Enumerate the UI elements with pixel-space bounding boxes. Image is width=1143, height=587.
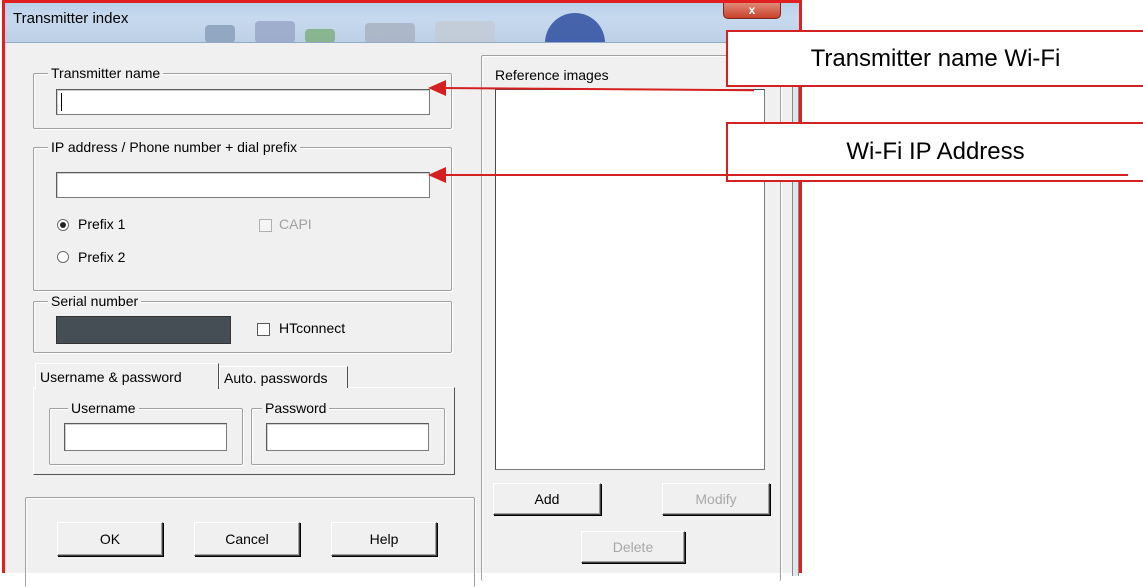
transmitter-name-legend: Transmitter name bbox=[48, 65, 164, 81]
serial-number-legend: Serial number bbox=[48, 293, 142, 309]
capi-label: CAPI bbox=[279, 216, 312, 232]
delete-button[interactable]: Delete bbox=[581, 531, 685, 563]
username-legend: Username bbox=[68, 400, 139, 416]
serial-number-field bbox=[56, 316, 231, 344]
title-bar[interactable]: Transmitter index x bbox=[5, 3, 799, 43]
add-label: Add bbox=[534, 491, 560, 507]
close-icon: x bbox=[748, 3, 756, 17]
tab-username-password[interactable]: Username & password bbox=[35, 363, 219, 389]
callout-transmitter-name-arrowhead bbox=[428, 80, 446, 96]
password-legend: Password bbox=[262, 400, 330, 416]
callout-ip-address: Wi-Fi IP Address bbox=[726, 122, 1143, 182]
ip-address-legend: IP address / Phone number + dial prefix bbox=[48, 139, 301, 155]
tab-username-password-label: Username & password bbox=[40, 369, 182, 385]
reference-images-legend: Reference images bbox=[495, 67, 609, 83]
add-button[interactable]: Add bbox=[493, 483, 601, 515]
tab-auto-passwords[interactable]: Auto. passwords bbox=[219, 366, 348, 388]
cancel-label: Cancel bbox=[225, 531, 269, 547]
transmitter-name-input[interactable] bbox=[56, 89, 430, 115]
delete-label: Delete bbox=[612, 539, 654, 555]
modify-label: Modify bbox=[695, 491, 737, 507]
close-button[interactable]: x bbox=[723, 3, 781, 19]
tab-auto-passwords-label: Auto. passwords bbox=[224, 370, 328, 386]
callout-ip-address-arrow bbox=[440, 174, 1128, 176]
password-input[interactable] bbox=[266, 423, 429, 451]
window-title: Transmitter index bbox=[13, 10, 129, 27]
callout-ip-address-text: Wi-Fi IP Address bbox=[846, 138, 1025, 165]
callout-transmitter-name-text: Transmitter name Wi-Fi bbox=[810, 45, 1061, 72]
ok-button[interactable]: OK bbox=[57, 522, 163, 556]
prefix2-radio[interactable] bbox=[57, 251, 69, 263]
prefix2-label: Prefix 2 bbox=[78, 249, 126, 265]
reference-images-list[interactable] bbox=[495, 89, 765, 470]
text-caret bbox=[61, 93, 62, 111]
username-input[interactable] bbox=[64, 423, 227, 451]
help-label: Help bbox=[369, 531, 399, 547]
modify-button[interactable]: Modify bbox=[662, 483, 770, 515]
htconnect-checkbox[interactable] bbox=[257, 323, 270, 336]
help-button[interactable]: Help bbox=[331, 522, 437, 556]
cancel-button[interactable]: Cancel bbox=[194, 522, 300, 556]
transmitter-index-dialog: Transmitter index x Transmitter name IP … bbox=[2, 0, 802, 587]
callout-ip-address-arrowhead bbox=[428, 167, 446, 183]
ok-label: OK bbox=[99, 531, 121, 547]
callout-transmitter-name: Transmitter name Wi-Fi bbox=[726, 30, 1143, 87]
htconnect-label: HTconnect bbox=[279, 320, 346, 336]
capi-checkbox[interactable] bbox=[259, 219, 272, 232]
ip-address-input[interactable] bbox=[56, 172, 430, 198]
prefix1-radio[interactable] bbox=[57, 219, 69, 231]
prefix1-label: Prefix 1 bbox=[78, 216, 126, 232]
